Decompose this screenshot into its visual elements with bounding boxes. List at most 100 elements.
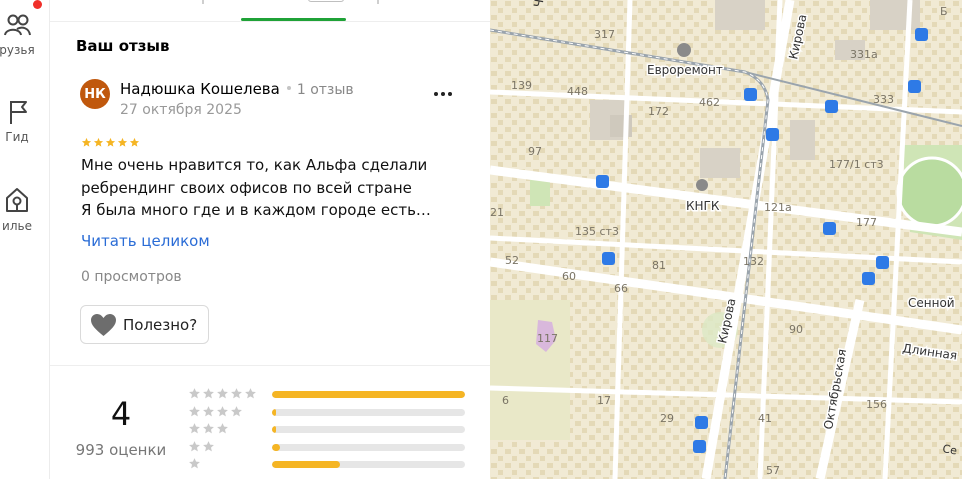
rating-row-stars [188,457,262,470]
star-icon [231,388,242,399]
rating-row-fill [272,443,280,451]
sidebar-item-label: илье [2,219,32,233]
tab-separator [377,0,379,4]
building-number: 97 [528,145,542,158]
building-number: 6 [502,394,509,407]
author-name[interactable]: Надюшка Кошелева [120,80,280,98]
building-number: 317 [594,28,615,41]
place-label: Сенной [908,296,955,310]
rating-row-bar [272,408,465,416]
review-text-line: Я была много где и в каждом городе есть… [81,201,431,219]
star-icon [189,440,200,451]
place-label: КНГК [686,199,720,213]
building-number: 60 [562,270,576,283]
building-number: 52 [505,254,519,267]
star-icon [203,388,214,399]
star-icon [217,423,228,434]
building-number: 462 [699,96,720,109]
building-number: 90 [789,323,803,336]
building-number: 331а [850,48,878,61]
rating-row-fill [272,426,276,433]
review-author: Надюшка Кошелева 1 отзыв [120,79,354,98]
avatar[interactable]: НК [80,79,110,109]
tab-separator [202,0,204,4]
rating-row-bar [272,426,465,433]
building-number: 66 [614,282,628,295]
views-count: 0 просмотров [81,269,182,285]
building-number: 135 ст3 [575,225,619,238]
building-number: 172 [648,105,669,118]
author-review-count: 1 отзыв [296,82,354,98]
tab-reviews-active-indicator [241,18,346,21]
star-icon [189,388,200,399]
housing-icon [6,188,28,212]
author-separator-dot [286,86,291,90]
star-icon [129,137,140,147]
star-icon [105,137,116,147]
ratings-count: 993 оценки [75,441,167,459]
building-number: 121а [764,201,792,214]
star-icon [189,405,200,416]
useful-button-label: Полезно? [123,315,198,334]
more-dot [441,92,445,96]
street-label-fragment: Ч [531,0,546,9]
rating-row-stars [188,422,262,435]
star-icon [245,388,256,399]
street-label-fragment: Се [941,442,958,457]
map-canvas[interactable]: КироваКироваОктябрьская ДлиннаяЕвроремонт… [490,0,962,479]
star-icon [203,440,214,451]
building-number: 117 [537,332,558,345]
star-icon [117,137,128,147]
average-rating: 4 [110,395,132,433]
building-number: 177 [856,216,877,229]
star-icon [217,388,228,399]
star-icon [189,423,200,434]
rating-row-fill [272,408,276,416]
rating-row-stars [188,405,262,418]
your-review-heading: Ваш отзыв [76,37,170,55]
review-text-line: ребрендинг своих офисов по всей стране [81,178,412,197]
building-number: 81 [652,259,666,272]
section-divider [50,365,490,366]
building-number: 333 [873,93,894,106]
building-number: 448 [567,85,588,98]
building-number: 21 [490,206,504,219]
star-icon [81,137,92,147]
heart-icon [91,313,116,336]
place-label: Евроремонт [647,63,723,77]
star-icon [231,405,242,416]
star-icon [217,405,228,416]
sidebar-item-housing[interactable]: илье [0,184,48,233]
sidebar-item-friends[interactable]: рузья [0,10,48,57]
rating-row-stars [188,440,262,453]
review-text-line: Мне очень нравится то, как Альфа сделали [81,156,428,174]
more-options-button[interactable] [434,92,452,96]
building-number: 177/1 ст3 [829,158,884,171]
building-number: 139 [511,79,532,92]
more-dot [434,92,438,96]
building-number: 132 [743,255,764,268]
sidebar-item-guide[interactable]: Гид [0,97,48,144]
building-number: Б [940,5,948,18]
review-date: 27 октября 2025 [120,102,242,118]
building-number: 57 [766,464,780,477]
review-text: Мне очень нравится то, как Альфа сделали… [81,154,451,222]
rating-row-fill [272,391,465,398]
useful-button[interactable]: Полезно? [80,305,209,344]
map-view[interactable]: Кирова Кирова Октябрьская Длинная Евроремонт… [490,0,962,479]
rating-row-bar [272,461,465,468]
tab-badge[interactable] [308,0,344,2]
notification-dot [33,0,42,9]
more-dot [448,92,452,96]
star-icon [93,137,104,147]
building-number: 156 [866,398,887,411]
rating-row-bar [272,443,465,451]
building-number: 17 [597,394,611,407]
sidebar-item-label: рузья [0,43,35,57]
sidebar-item-label: Гид [5,130,29,144]
tabs-strip [50,0,490,22]
read-more-link[interactable]: Читать целиком [81,232,210,250]
building-number: 41 [758,412,772,425]
star-icon [203,423,214,434]
star-icon [189,458,200,469]
